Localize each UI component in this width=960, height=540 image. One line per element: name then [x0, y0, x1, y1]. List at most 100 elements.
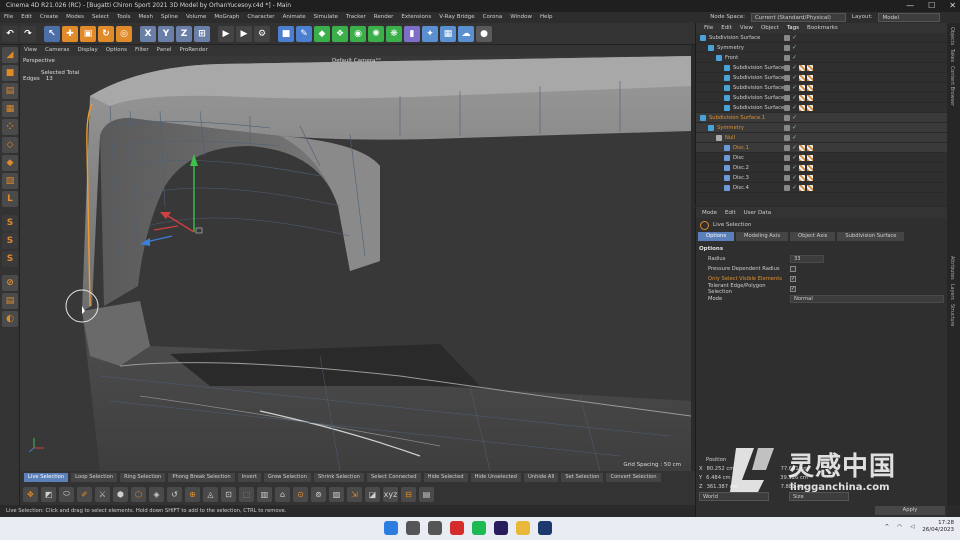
object-row[interactable]: Disc.2 ✓: [696, 163, 947, 173]
visibility-dot[interactable]: [784, 74, 790, 81]
visibility-dot[interactable]: [784, 114, 790, 121]
object-row[interactable]: Subdivision Surface.4 ✓: [696, 103, 947, 113]
apply-button[interactable]: Apply: [875, 506, 945, 515]
enabled-check-icon[interactable]: ✓: [792, 164, 797, 171]
menu-file[interactable]: File: [0, 12, 17, 23]
enabled-check-icon[interactable]: ✓: [792, 44, 797, 51]
object-row[interactable]: Front ✓: [696, 53, 947, 63]
position-field[interactable]: 361.387 cm: [707, 484, 777, 490]
visibility-dot[interactable]: [784, 124, 790, 131]
render-settings-icon[interactable]: ⚙: [254, 25, 270, 42]
menu-create[interactable]: Create: [36, 12, 62, 23]
tool-convert-selection[interactable]: Convert Selection: [606, 472, 661, 482]
mesh-tool-icon[interactable]: ✐: [77, 486, 92, 502]
size-field[interactable]: 7.881 cm: [781, 484, 841, 490]
recent-tools-icon[interactable]: ◎: [116, 25, 132, 42]
mesh-tool-icon[interactable]: ⊡: [221, 486, 236, 502]
live-select-icon[interactable]: ↖: [44, 25, 60, 42]
material-tag-icon[interactable]: [807, 184, 814, 191]
tab-subdivision-surface[interactable]: Subdivision Surface: [837, 232, 905, 241]
snap-icon[interactable]: S: [2, 215, 18, 231]
volume-icon[interactable]: ◁: [910, 524, 914, 530]
object-menu-bookmarks[interactable]: Bookmarks: [803, 25, 842, 31]
visible-only-checkbox[interactable]: ✓: [790, 276, 796, 282]
enabled-check-icon[interactable]: ✓: [792, 134, 797, 141]
enabled-check-icon[interactable]: ✓: [792, 144, 797, 151]
side-tab-takes[interactable]: Takes: [949, 49, 954, 62]
size-dropdown[interactable]: Size: [789, 491, 849, 501]
mesh-tool-icon[interactable]: ⊕: [185, 486, 200, 502]
menu-mesh[interactable]: Mesh: [135, 12, 157, 23]
tool-live-selection[interactable]: Live Selection: [24, 472, 69, 482]
material-tag-icon[interactable]: [807, 74, 814, 81]
menu-help[interactable]: Help: [536, 12, 557, 23]
pen-icon[interactable]: ✎: [296, 25, 312, 42]
visibility-dot[interactable]: [784, 184, 790, 191]
y-axis-icon[interactable]: Y: [158, 25, 174, 42]
object-menu-edit[interactable]: Edit: [717, 25, 736, 31]
cube-icon[interactable]: ■: [278, 25, 294, 42]
enabled-check-icon[interactable]: ✓: [792, 64, 797, 71]
viewport[interactable]: Perspective Default Camera°° Selected To…: [20, 56, 691, 471]
side-tab-structure[interactable]: Structure: [949, 304, 954, 326]
viewport-menu-prorender[interactable]: ProRender: [176, 45, 212, 56]
menu-select[interactable]: Select: [88, 12, 113, 23]
object-row[interactable]: Disc.4 ✓: [696, 183, 947, 193]
scale-icon[interactable]: ▣: [80, 25, 96, 42]
solo-icon[interactable]: ◐: [2, 311, 18, 327]
enabled-check-icon[interactable]: ✓: [792, 34, 797, 41]
visibility-dot[interactable]: [784, 94, 790, 101]
mesh-tool-icon[interactable]: ↺: [167, 486, 182, 502]
tool-set-selection[interactable]: Set Selection: [561, 472, 604, 482]
size-field[interactable]: 39.326 cm: [780, 475, 840, 481]
viewport-menu-filter[interactable]: Filter: [131, 45, 153, 56]
enabled-check-icon[interactable]: ✓: [792, 124, 797, 131]
light-icon[interactable]: ✦: [422, 25, 438, 42]
deformer-icon[interactable]: ◉: [350, 25, 366, 42]
menu-extensions[interactable]: Extensions: [397, 12, 435, 23]
cloner-icon[interactable]: ❖: [332, 25, 348, 42]
tool-ring-selection[interactable]: Ring Selection: [120, 472, 166, 482]
pressure-checkbox[interactable]: [790, 266, 796, 272]
object-row[interactable]: Subdivision Surface ✓: [696, 33, 947, 43]
viewport-menu-display[interactable]: Display: [74, 45, 102, 56]
viewport-camera[interactable]: Default Camera°°: [332, 58, 381, 64]
material-tag-icon[interactable]: [799, 154, 806, 161]
enabled-check-icon[interactable]: ✓: [792, 54, 797, 61]
menu-spline[interactable]: Spline: [157, 12, 182, 23]
material-tag-icon[interactable]: [799, 74, 806, 81]
layout-dropdown[interactable]: Model: [878, 13, 940, 22]
tool-grow-selection[interactable]: Grow Selection: [263, 472, 311, 482]
render-picture-viewer-icon[interactable]: ▶: [236, 25, 252, 42]
lock-workplane-icon[interactable]: ⊘: [2, 275, 18, 291]
z-axis-icon[interactable]: Z: [176, 25, 192, 42]
material-tag-icon[interactable]: [799, 94, 806, 101]
task-view-icon[interactable]: [428, 521, 442, 535]
viewport-menu-options[interactable]: Options: [102, 45, 131, 56]
x-axis-icon[interactable]: X: [140, 25, 156, 42]
material-tag-icon[interactable]: [799, 164, 806, 171]
menu-window[interactable]: Window: [506, 12, 536, 23]
mesh-tool-icon[interactable]: ◪: [365, 486, 380, 502]
mesh-tool-icon[interactable]: ⬡: [131, 486, 146, 502]
visibility-dot[interactable]: [784, 64, 790, 71]
material-tag-icon[interactable]: [807, 94, 814, 101]
material-tag-icon[interactable]: [807, 164, 814, 171]
snap-settings-icon[interactable]: S: [2, 233, 18, 249]
object-row[interactable]: Disc ✓: [696, 153, 947, 163]
viewport-label[interactable]: Perspective: [23, 58, 55, 64]
object-row[interactable]: Symmetry ✓: [696, 43, 947, 53]
search-icon[interactable]: [406, 521, 420, 535]
uv-mode-icon[interactable]: ▧: [2, 173, 18, 189]
floor-icon[interactable]: ▦: [440, 25, 456, 42]
menu-tools[interactable]: Tools: [113, 12, 135, 23]
object-row[interactable]: Subdivision Surface.1 ✓: [696, 113, 947, 123]
polygons-mode-icon[interactable]: ◆: [2, 155, 18, 171]
redo-icon[interactable]: ↷: [20, 25, 36, 42]
windows-start-icon[interactable]: [384, 521, 398, 535]
visibility-dot[interactable]: [784, 84, 790, 91]
spotify-icon[interactable]: [472, 521, 486, 535]
tool-invert[interactable]: Invert: [237, 472, 261, 482]
viewport-menu-view[interactable]: View: [20, 45, 41, 56]
menu-corona[interactable]: Corona: [479, 12, 507, 23]
